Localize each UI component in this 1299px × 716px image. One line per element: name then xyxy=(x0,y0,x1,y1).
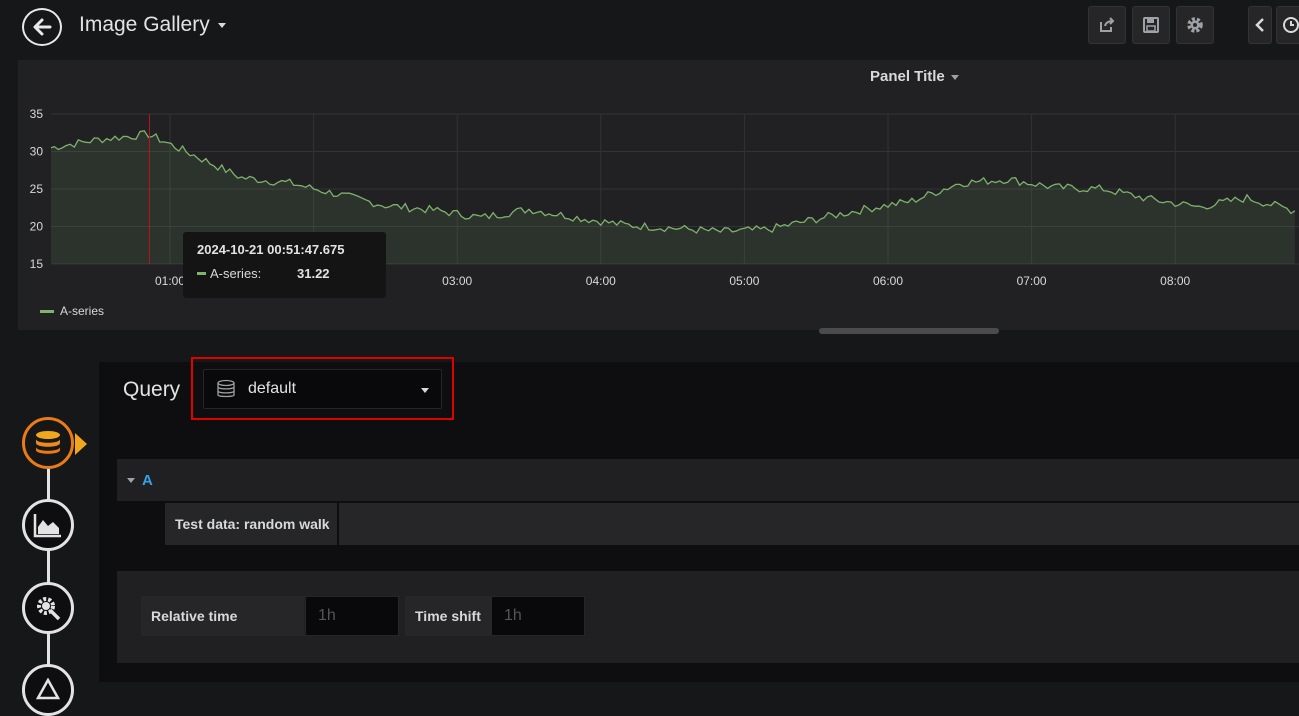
settings-button[interactable] xyxy=(1176,6,1214,44)
panel-scrollbar[interactable] xyxy=(819,328,999,334)
tooltip-series: A-series: xyxy=(210,266,262,281)
back-button[interactable] xyxy=(22,8,62,46)
query-row-letter: A xyxy=(142,472,153,489)
active-indicator xyxy=(75,433,87,455)
scenario-label[interactable]: Test data: random walk xyxy=(165,503,337,545)
database-icon xyxy=(36,431,60,454)
sidenav-visualization[interactable] xyxy=(22,499,74,551)
relative-time-input[interactable] xyxy=(316,606,386,626)
tooltip-row: A-series: 31.22 xyxy=(197,266,372,281)
x-tick-label: 06:00 xyxy=(873,274,903,288)
relative-time-field[interactable] xyxy=(305,596,399,636)
scenario-field[interactable] xyxy=(339,503,1299,545)
dashboard-title[interactable]: Image Gallery xyxy=(79,13,226,37)
query-heading: Query xyxy=(123,378,181,401)
chevron-down-icon xyxy=(217,22,226,28)
share-icon xyxy=(1100,17,1115,32)
time-shift-input[interactable] xyxy=(502,606,572,626)
tooltip-time: 2024-10-21 00:51:47.675 xyxy=(197,242,345,257)
time-picker-button[interactable] xyxy=(1276,6,1299,44)
x-tick-label: 05:00 xyxy=(729,274,759,288)
clock-icon xyxy=(1283,17,1299,33)
y-tick-label: 15 xyxy=(30,257,44,271)
y-tick-label: 30 xyxy=(30,145,44,159)
sidenav-queries[interactable] xyxy=(22,417,74,469)
y-tick-label: 35 xyxy=(30,107,44,121)
share-button[interactable] xyxy=(1088,6,1126,44)
x-tick-label: 03:00 xyxy=(442,274,472,288)
settings-icon xyxy=(1187,17,1203,33)
x-tick-label: 07:00 xyxy=(1017,274,1047,288)
relative-time-label: Relative time xyxy=(141,596,304,636)
alert-icon xyxy=(36,678,60,700)
legend-swatch xyxy=(40,309,54,313)
panel-title[interactable]: Panel Title xyxy=(870,68,959,85)
chevron-left-icon xyxy=(1255,18,1264,32)
collapse-icon[interactable] xyxy=(127,478,135,483)
save-icon xyxy=(1143,17,1159,33)
query-row-a[interactable]: A xyxy=(117,459,1299,501)
y-tick-label: 25 xyxy=(30,182,44,196)
graph-tooltip: 2024-10-21 00:51:47.675 A-series: 31.22 xyxy=(183,232,386,298)
highlight-box xyxy=(191,357,454,420)
x-tick-label: 04:00 xyxy=(586,274,616,288)
time-shift-field[interactable] xyxy=(491,596,585,636)
arrow-left-icon xyxy=(33,18,52,36)
chevron-down-icon xyxy=(950,74,959,80)
legend-label: A-series xyxy=(60,304,105,318)
legend-item[interactable]: A-series xyxy=(40,304,104,318)
y-tick-label: 20 xyxy=(30,220,44,234)
x-tick-label: 01:00 xyxy=(155,274,185,288)
chart-area-icon xyxy=(33,514,61,538)
tooltip-swatch xyxy=(197,272,206,275)
sidenav-general[interactable] xyxy=(22,582,74,634)
collapse-button[interactable] xyxy=(1248,6,1272,44)
dashboard-nav: Image Gallery xyxy=(0,0,1299,56)
save-button[interactable] xyxy=(1132,6,1170,44)
graph-panel: 353025201501:0002:0003:0004:0005:0006:00… xyxy=(18,60,1299,334)
x-tick-label: 08:00 xyxy=(1160,274,1190,288)
tooltip-value: 31.22 xyxy=(297,266,330,281)
sidenav-alert[interactable] xyxy=(22,664,74,716)
settings-cog-icon xyxy=(37,597,61,621)
dashboard-title-text: Image Gallery xyxy=(79,13,210,36)
time-shift-label: Time shift xyxy=(405,596,491,636)
panel-title-text: Panel Title xyxy=(870,68,945,85)
